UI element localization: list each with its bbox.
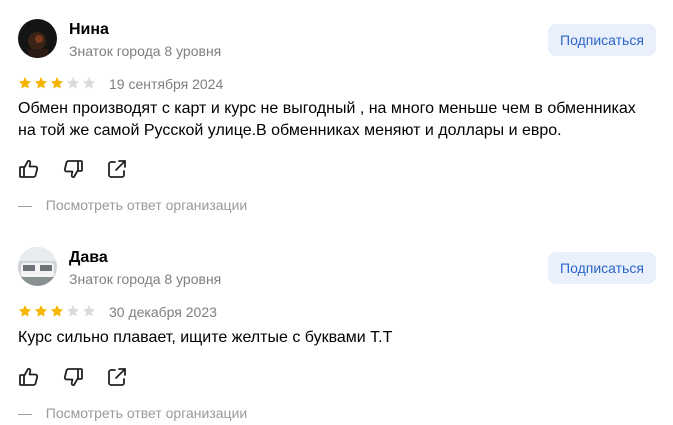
review-date: 19 сентября 2024 xyxy=(109,76,224,92)
author-name[interactable]: Дава xyxy=(69,249,108,267)
thumbs-down-icon[interactable] xyxy=(62,158,84,180)
thumbs-down-icon[interactable] xyxy=(62,366,84,388)
star-icon xyxy=(50,305,64,317)
review-text-line: Курс сильно плавает, ищите желтые с букв… xyxy=(18,329,393,346)
response-label: Посмотреть ответ организации xyxy=(45,197,248,213)
response-prefix: — xyxy=(18,197,32,213)
avatar[interactable] xyxy=(18,19,57,58)
share-icon[interactable] xyxy=(106,366,128,388)
star-icon xyxy=(82,77,96,89)
review-text: Курс сильно плавает, ищите желтые с букв… xyxy=(18,327,658,349)
view-organization-response-link[interactable]: — Посмотреть ответ организации xyxy=(18,405,247,421)
star-icon xyxy=(18,305,32,317)
star-icon xyxy=(82,305,96,317)
star-icon xyxy=(34,77,48,89)
review-actions xyxy=(18,366,150,388)
review-text-line: на той же самой Русской улице.В обменник… xyxy=(18,122,562,139)
view-organization-response-link[interactable]: — Посмотреть ответ организации xyxy=(18,197,247,213)
star-icon xyxy=(66,305,80,317)
thumbs-up-icon[interactable] xyxy=(18,158,40,180)
subscribe-button[interactable]: Подписаться xyxy=(548,24,656,56)
share-icon[interactable] xyxy=(106,158,128,180)
star-icon xyxy=(66,77,80,89)
rating-stars xyxy=(18,76,96,90)
response-label: Посмотреть ответ организации xyxy=(45,405,248,421)
review-text-line: Обмен производят с карт и курс не выгодн… xyxy=(18,100,636,117)
rating-stars xyxy=(18,304,96,318)
subscribe-button[interactable]: Подписаться xyxy=(548,252,656,284)
star-icon xyxy=(50,77,64,89)
star-icon xyxy=(18,77,32,89)
author-level: Знаток города 8 уровня xyxy=(69,43,222,59)
review-actions xyxy=(18,158,150,180)
review-text: Обмен производят с карт и курс не выгодн… xyxy=(18,98,658,142)
thumbs-up-icon[interactable] xyxy=(18,366,40,388)
review-date: 30 декабря 2023 xyxy=(109,304,217,320)
star-icon xyxy=(34,305,48,317)
author-level: Знаток города 8 уровня xyxy=(69,271,222,287)
avatar[interactable] xyxy=(18,247,57,286)
response-prefix: — xyxy=(18,405,32,421)
author-name[interactable]: Нина xyxy=(69,21,109,39)
